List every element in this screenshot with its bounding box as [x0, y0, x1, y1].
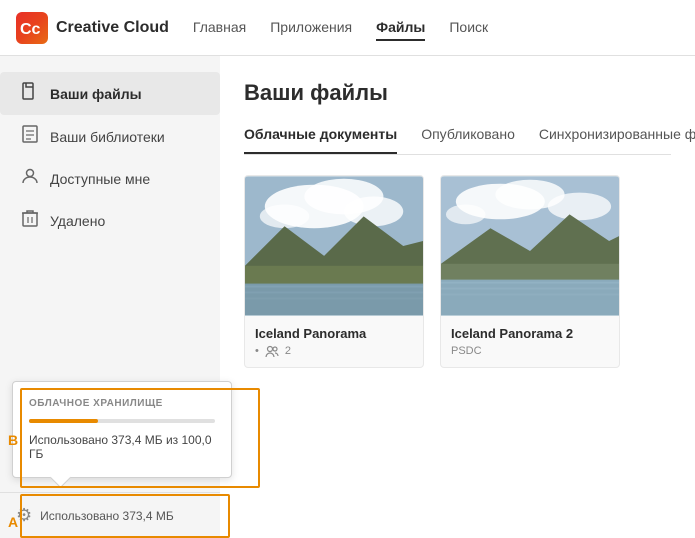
header: Cc Creative Cloud Главная Приложения Фай… [0, 0, 695, 56]
sidebar-item-shared[interactable]: Доступные мне [0, 158, 220, 199]
tab-cloud-docs[interactable]: Облачные документы [244, 126, 397, 154]
file-thumb-iceland-1 [245, 176, 423, 316]
landscape-svg-2 [441, 176, 619, 316]
app-title: Creative Cloud [56, 19, 169, 37]
sidebar-bottom: ⚙ Использовано 373,4 МБ [0, 492, 220, 538]
file-info-iceland-1: Iceland Panorama • 2 [245, 316, 423, 367]
nav-files[interactable]: Файлы [376, 15, 425, 41]
content-area: Ваши файлы Облачные документы Опубликова… [220, 56, 695, 538]
storage-popup: ОБЛАЧНОЕ ХРАНИЛИЩЕ Использовано 373,4 МБ… [12, 381, 232, 478]
file-name-iceland-2: Iceland Panorama 2 [451, 326, 609, 341]
sidebar-label-your-files: Ваши файлы [50, 86, 142, 102]
nav-home[interactable]: Главная [193, 15, 246, 41]
label-b: B [8, 432, 18, 448]
main-nav: Главная Приложения Файлы Поиск [193, 15, 488, 41]
sidebar-item-deleted[interactable]: Удалено [0, 199, 220, 242]
file-thumb-iceland-2 [441, 176, 619, 316]
storage-usage-row[interactable]: ⚙ Использовано 373,4 МБ [16, 505, 204, 526]
nav-apps[interactable]: Приложения [270, 15, 352, 41]
content-tabs: Облачные документы Опубликовано Синхрони… [244, 126, 671, 155]
svg-text:Cc: Cc [20, 21, 41, 38]
file-type-dot-1: • [255, 345, 259, 357]
landscape-svg-1 [245, 176, 423, 316]
sidebar-label-deleted: Удалено [50, 213, 105, 229]
library-icon [20, 125, 40, 148]
sidebar-item-your-files[interactable]: Ваши файлы [0, 72, 220, 115]
storage-progress-fill [29, 419, 98, 423]
label-a: A [8, 514, 18, 530]
file-info-iceland-2: Iceland Panorama 2 PSDC [441, 316, 619, 367]
file-collaborators-1: 2 [285, 345, 291, 357]
file-card-iceland-2[interactable]: Iceland Panorama 2 PSDC [440, 175, 620, 368]
file-type-psdc: PSDC [451, 345, 482, 357]
sidebar-label-shared: Доступные мне [50, 171, 150, 187]
popup-title: ОБЛАЧНОЕ ХРАНИЛИЩЕ [29, 398, 215, 409]
file-name-iceland-1: Iceland Panorama [255, 326, 413, 341]
tab-synced[interactable]: Синхронизированные ф [539, 126, 695, 154]
shared-icon [20, 168, 40, 189]
file-card-iceland-1[interactable]: Iceland Panorama • 2 [244, 175, 424, 368]
gear-icon[interactable]: ⚙ [16, 505, 32, 526]
file-meta-iceland-1: • 2 [255, 345, 413, 357]
sidebar-item-your-libraries[interactable]: Ваши библиотеки [0, 115, 220, 158]
popup-usage-detail: Использовано 373,4 МБ из 100,0 ГБ [29, 433, 215, 461]
page-title: Ваши файлы [244, 80, 671, 106]
file-meta-iceland-2: PSDC [451, 345, 609, 357]
people-icon [265, 345, 279, 357]
storage-progress-bg [29, 419, 215, 423]
main-layout: Ваши файлы Ваши библиотеки Доступные мне… [0, 56, 695, 538]
app-logo: Cc Creative Cloud [16, 12, 169, 44]
sidebar-label-your-libraries: Ваши библиотеки [50, 129, 165, 145]
sidebar: Ваши файлы Ваши библиотеки Доступные мне… [0, 56, 220, 538]
tab-published[interactable]: Опубликовано [421, 126, 515, 154]
file-icon [20, 82, 40, 105]
trash-icon [20, 209, 40, 232]
file-grid: Iceland Panorama • 2 [244, 175, 671, 368]
nav-search[interactable]: Поиск [449, 15, 488, 41]
usage-label: Использовано 373,4 МБ [40, 509, 174, 523]
cc-logo-icon: Cc [16, 12, 48, 44]
